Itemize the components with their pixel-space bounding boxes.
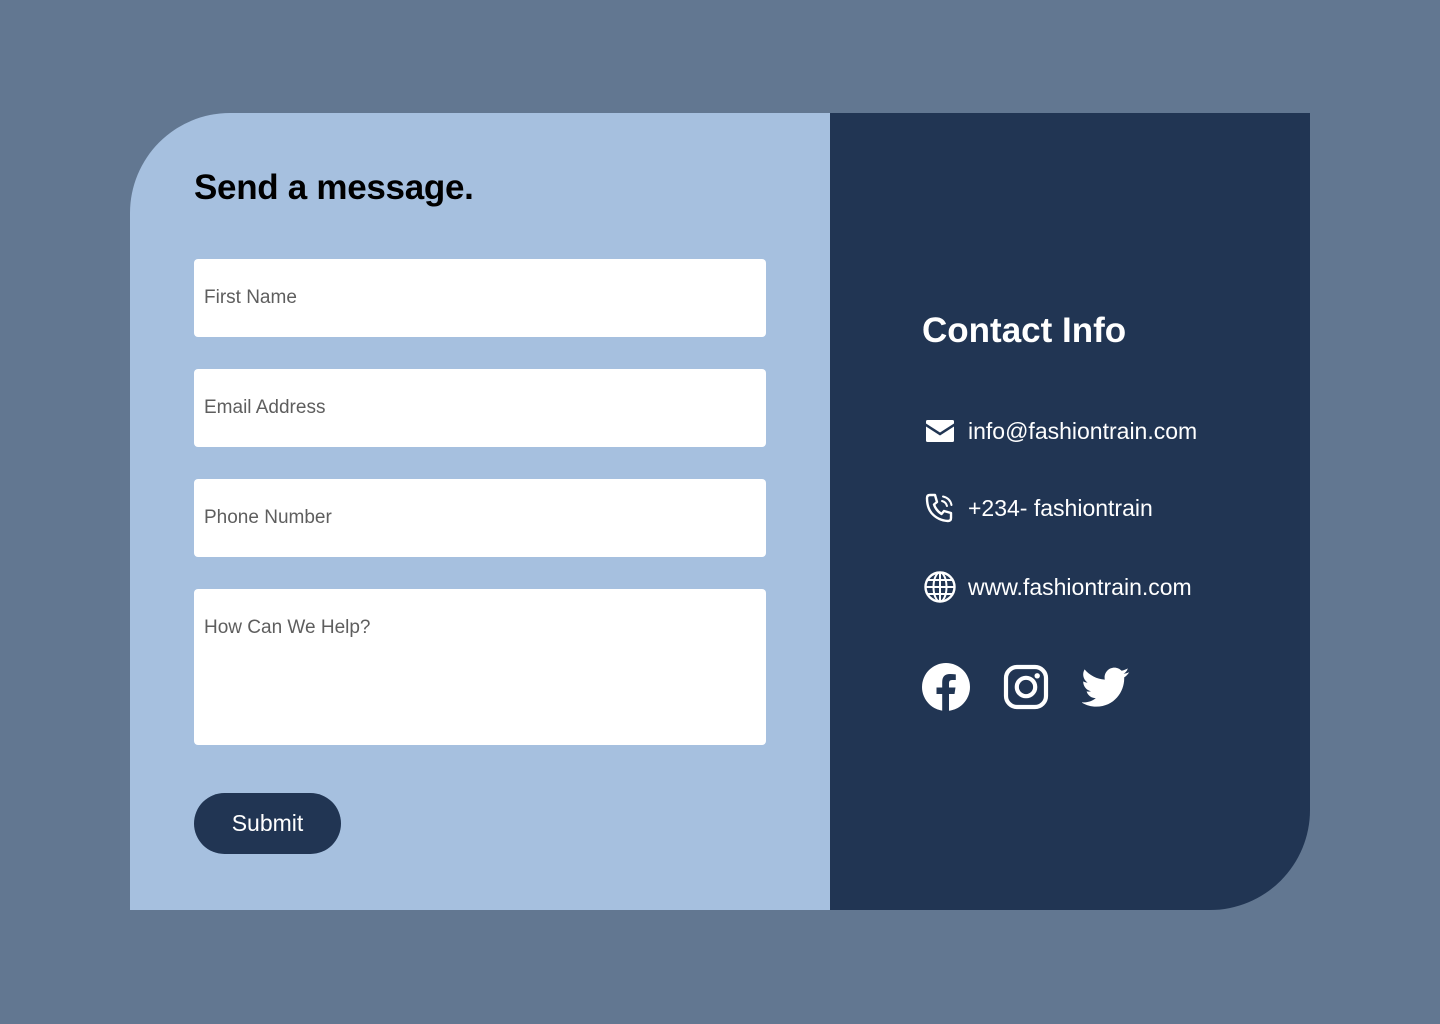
contact-card: Send a message. Submit Contact Info info… (130, 113, 1310, 910)
first-name-input[interactable] (194, 259, 766, 337)
envelope-icon (922, 413, 958, 449)
message-textarea[interactable] (194, 589, 766, 745)
phone-icon (922, 490, 958, 526)
contact-phone-row: +234- fashiontrain (922, 490, 1153, 526)
contact-info-title: Contact Info (922, 311, 1127, 350)
globe-icon (922, 569, 958, 605)
instagram-icon[interactable] (1002, 663, 1050, 711)
contact-info-panel: Contact Info info@fashiontrain.com +234-… (830, 113, 1310, 910)
phone-number-input[interactable] (194, 479, 766, 557)
contact-email-row: info@fashiontrain.com (922, 413, 1197, 449)
facebook-icon[interactable] (922, 663, 970, 711)
twitter-icon[interactable] (1082, 663, 1130, 711)
form-title: Send a message. (194, 168, 474, 207)
contact-phone-text: +234- fashiontrain (968, 494, 1153, 521)
contact-email-text: info@fashiontrain.com (968, 417, 1198, 444)
message-form-panel: Send a message. Submit (130, 113, 830, 910)
social-links (922, 663, 1162, 711)
contact-website-text: www.fashiontrain.com (968, 573, 1192, 600)
email-address-input[interactable] (194, 369, 766, 447)
submit-button[interactable]: Submit (194, 793, 341, 854)
contact-website-row: www.fashiontrain.com (922, 569, 1192, 605)
